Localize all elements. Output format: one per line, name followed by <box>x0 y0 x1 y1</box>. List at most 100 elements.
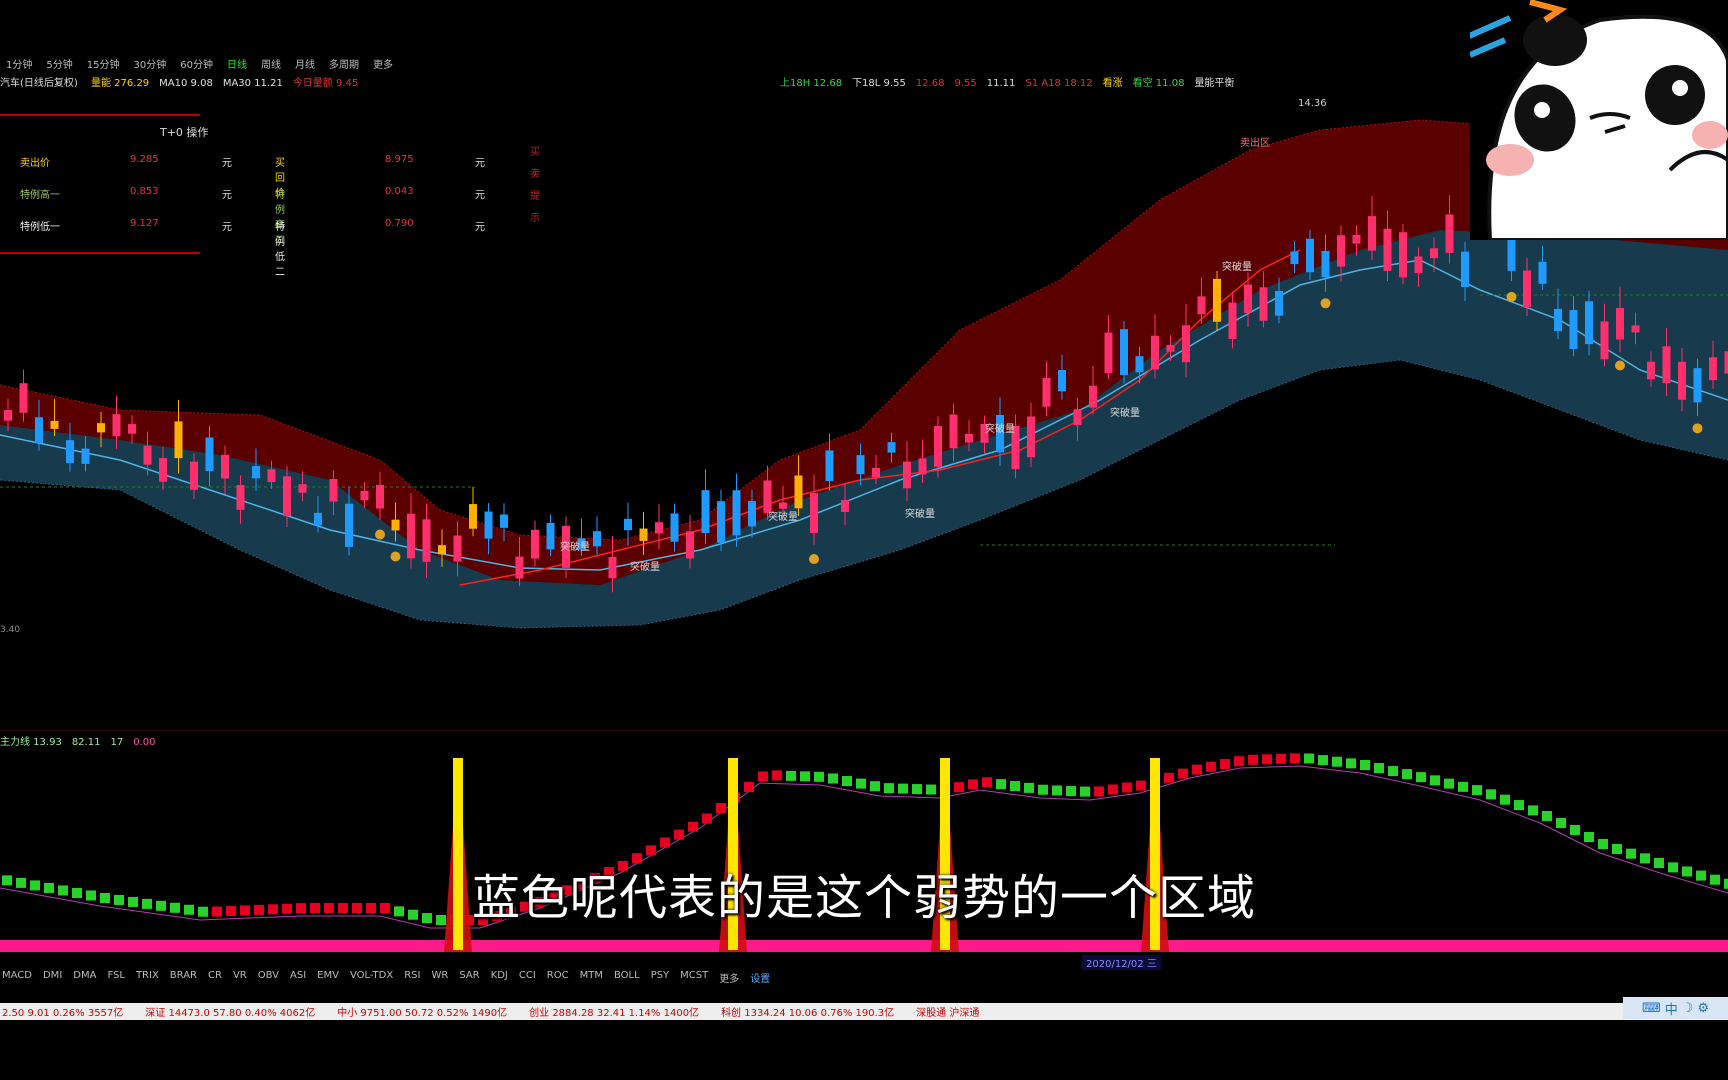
indicator-tab-5[interactable]: BRAR <box>170 970 197 985</box>
indicator-tab-14[interactable]: SAR <box>459 970 479 985</box>
indicator-tab-12[interactable]: RSI <box>404 970 420 985</box>
candle-body <box>329 478 338 502</box>
signal-coin-icon <box>390 551 401 562</box>
candle-body <box>732 490 741 536</box>
oscillator-bar <box>828 773 838 784</box>
candle-body <box>1554 308 1562 332</box>
indicator-tab-1[interactable]: DMI <box>43 970 62 985</box>
candle-body <box>469 504 477 529</box>
ime-icon[interactable]: 中 <box>1665 999 1678 1018</box>
oscillator-bar <box>1444 778 1454 789</box>
candle-body <box>1135 356 1144 373</box>
indicator-tab-16[interactable]: CCI <box>519 970 536 985</box>
period-tab-4[interactable]: 60分钟 <box>180 56 213 72</box>
candle-body <box>1058 369 1066 392</box>
indicator-tab-2[interactable]: DMA <box>73 970 96 985</box>
oscillator-chart[interactable] <box>0 730 1728 970</box>
period-tab-2[interactable]: 15分钟 <box>87 56 120 72</box>
peak-price-label: 14.36 <box>1298 98 1327 109</box>
candle-body <box>1662 346 1671 384</box>
t0-cell: 8.975 <box>385 154 414 165</box>
oscillator-bar <box>1430 775 1440 786</box>
candle-body <box>143 445 152 465</box>
candle-body <box>515 556 524 579</box>
t0-cell: 元 <box>222 222 232 233</box>
period-tab-9[interactable]: 更多 <box>373 56 393 72</box>
indicator-tab-11[interactable]: VOL-TDX <box>350 970 393 985</box>
candle-body <box>655 522 663 534</box>
candle-body <box>97 423 105 433</box>
candle-body <box>422 519 431 562</box>
breakout-label: 突破量 <box>905 507 935 520</box>
moon-icon[interactable]: ☽ <box>1682 1001 1694 1016</box>
indicator-tab-17[interactable]: ROC <box>547 970 569 985</box>
indicator-tab-6[interactable]: CR <box>208 970 222 985</box>
indicator-tab-3[interactable]: FSL <box>107 970 125 985</box>
oscillator-bar <box>912 784 922 795</box>
indicator-tab-22[interactable]: 更多 <box>719 970 739 985</box>
breakout-label: 突破量 <box>1110 406 1140 419</box>
oscillator-bar <box>1108 784 1118 795</box>
candle-body <box>1120 329 1128 376</box>
period-tab-6[interactable]: 周线 <box>261 56 281 72</box>
candle-body <box>1430 248 1438 259</box>
oscillator-bar <box>968 779 978 790</box>
indicator-tab-4[interactable]: TRIX <box>136 970 159 985</box>
candle-body <box>593 531 601 547</box>
indicator-tab-7[interactable]: VR <box>233 970 247 985</box>
period-tab-7[interactable]: 月线 <box>295 56 315 72</box>
oscillator-bar <box>1304 753 1314 764</box>
oscillator-bar <box>1038 784 1048 795</box>
indicator-tab-9[interactable]: ASI <box>290 970 306 985</box>
period-tab-3[interactable]: 30分钟 <box>133 56 166 72</box>
breakout-label: 突破量 <box>1222 260 1252 273</box>
oscillator-bar <box>856 778 866 789</box>
indicator-tab-13[interactable]: WR <box>431 970 448 985</box>
oscillator-bar <box>800 771 810 782</box>
period-tab-0[interactable]: 1分钟 <box>6 56 32 72</box>
t0-cell: 元 <box>222 158 232 169</box>
oscillator-bar <box>1612 844 1622 854</box>
indicator-tab-8[interactable]: OBV <box>258 970 279 985</box>
signal-coin-icon <box>1506 291 1517 302</box>
oscillator-bar <box>1066 786 1076 797</box>
t0-side-char: 提 <box>530 191 540 202</box>
period-tab-1[interactable]: 5分钟 <box>46 56 72 72</box>
oscillator-bar <box>954 782 964 793</box>
t0-side-char: 示 <box>530 213 540 224</box>
oscillator-bar <box>1584 832 1594 842</box>
oscillator-bar <box>1178 768 1188 779</box>
market-ticker: 2.50 9.01 0.26% 3557亿 深证 14473.0 57.80 0.… <box>0 1003 1728 1020</box>
indicator-tab-20[interactable]: PSY <box>651 970 670 985</box>
indicator-tab-19[interactable]: BOLL <box>614 970 640 985</box>
oscillator-bar <box>1262 754 1272 765</box>
t0-divider-top <box>0 114 200 116</box>
period-tab-8[interactable]: 多周期 <box>329 56 359 72</box>
candle-body <box>1027 416 1035 458</box>
indicator-tab-23[interactable]: 设置 <box>750 970 770 985</box>
indicator-tab-21[interactable]: MCST <box>680 970 708 985</box>
indicator-tab-10[interactable]: EMV <box>317 970 339 985</box>
indicator-tab-15[interactable]: KDJ <box>491 970 508 985</box>
indicator-tab-0[interactable]: MACD <box>2 970 32 985</box>
oscillator-bar <box>1234 756 1244 767</box>
candle-body <box>934 426 942 467</box>
oscillator-bar <box>1346 758 1356 769</box>
t0-cell: 特例低一 <box>20 222 60 233</box>
candle-body <box>1461 251 1469 287</box>
indicator-tab-18[interactable]: MTM <box>580 970 603 985</box>
tray-icons[interactable]: ⌨ 中 ☽ ⚙ <box>1623 997 1728 1019</box>
candle-body <box>748 501 756 527</box>
oscillator-bar <box>1024 782 1034 793</box>
candle-body <box>438 545 446 555</box>
keyboard-icon[interactable]: ⌨ <box>1642 1001 1661 1016</box>
oscillator-bar <box>1052 785 1062 796</box>
settings-icon[interactable]: ⚙ <box>1697 1001 1709 1016</box>
signal-coin-icon <box>809 554 819 565</box>
t0-cell: 0.043 <box>385 186 414 197</box>
candle-body <box>1259 287 1268 321</box>
t0-cell: 卖出价 <box>20 158 50 169</box>
candle-body <box>701 490 710 534</box>
candle-body <box>1197 296 1206 315</box>
period-tab-5[interactable]: 日线 <box>227 56 247 72</box>
